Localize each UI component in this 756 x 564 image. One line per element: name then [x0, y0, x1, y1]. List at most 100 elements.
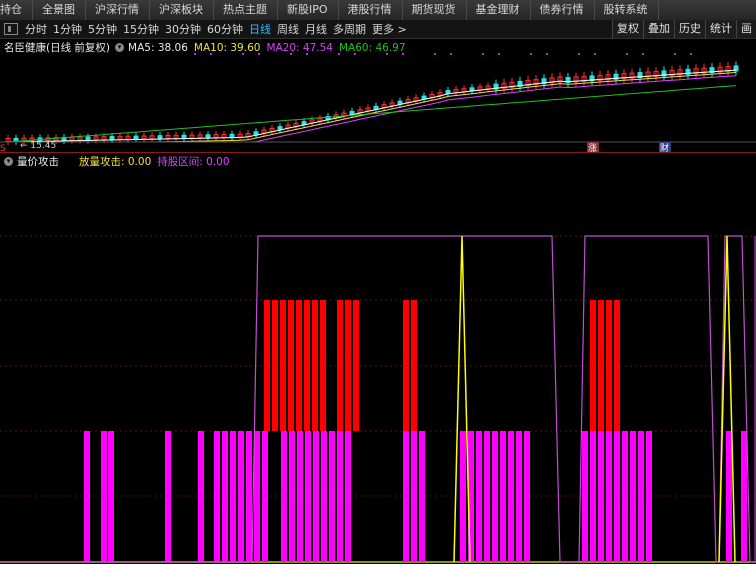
nav-item-5[interactable]: 新股IPO — [278, 0, 339, 20]
nav-item-1[interactable]: 全景图 — [33, 0, 86, 20]
attack-bar — [304, 300, 310, 431]
attack-bar — [345, 300, 351, 431]
candle-body — [157, 135, 163, 140]
volume-bar — [238, 431, 244, 562]
volume-bar — [492, 431, 498, 562]
signal-dot — [450, 53, 452, 55]
volume-bar — [638, 431, 644, 562]
volume-bar — [281, 431, 287, 562]
period-tab-5[interactable]: 60分钟 — [204, 21, 246, 37]
nav-item-10[interactable]: 股转系统 — [595, 0, 659, 20]
candle-body — [205, 134, 211, 139]
signal-dot — [498, 53, 500, 55]
period-tab-8[interactable]: 月线 — [302, 21, 330, 37]
volume-bar — [508, 431, 514, 562]
volume-bar — [313, 431, 319, 562]
candle-body — [181, 134, 187, 139]
period-tab-4[interactable]: 30分钟 — [162, 21, 204, 37]
signal-dot — [690, 53, 692, 55]
attack-bar — [288, 300, 294, 431]
volume-bar — [411, 431, 417, 562]
nav-item-2[interactable]: 沪深行情 — [86, 0, 150, 20]
volume-bar — [726, 431, 732, 562]
signal-dot — [626, 53, 628, 55]
period-tab-9[interactable]: 多周期 — [330, 21, 369, 37]
volume-bar — [582, 431, 588, 562]
right-button-2[interactable]: 历史 — [674, 20, 705, 38]
nav-item-7[interactable]: 期货现货 — [403, 0, 467, 20]
attack-bar — [411, 300, 417, 431]
volume-bar — [598, 431, 604, 562]
attack-bar — [272, 300, 278, 431]
period-tab-3[interactable]: 15分钟 — [120, 21, 162, 37]
period-tab-1[interactable]: 1分钟 — [50, 21, 85, 37]
top-navigation: 持仓 全景图 沪深行情 沪深板块 热点主题 新股IPO 港股行情 期货现货 基金理财 债券行情 股转… — [0, 0, 756, 21]
s-marker: S — [0, 144, 6, 152]
ma5-value: MA5: 38.06 — [128, 41, 188, 54]
period-tab-2[interactable]: 5分钟 — [85, 21, 120, 37]
nav-item-4[interactable]: 热点主题 — [214, 0, 278, 20]
volume-bar — [222, 431, 228, 562]
signal-dot — [546, 53, 548, 55]
nav-item-8[interactable]: 基金理财 — [467, 0, 531, 20]
volume-bar — [289, 431, 295, 562]
attack-bar — [320, 300, 326, 431]
panel-divider — [0, 152, 756, 153]
volume-bar — [214, 431, 220, 562]
volume-bar — [524, 431, 530, 562]
indicator-chart[interactable] — [0, 166, 756, 564]
volume-bar — [108, 431, 114, 562]
nav-item-6[interactable]: 港股行情 — [339, 0, 403, 20]
chevron-down-icon[interactable]: ▾ — [4, 157, 13, 166]
price-chart[interactable]: ← 15.45 S 涨 财 — [0, 38, 756, 152]
candle-body — [445, 90, 451, 94]
signal-dot — [482, 53, 484, 55]
right-button-group: 复权 叠加 历史 统计画 — [612, 20, 756, 38]
stock-info-line: 名臣健康(日线 前复权) ▾ MA5: 38.06 MA10: 39.60 MA… — [4, 40, 412, 55]
candle-body — [109, 136, 115, 141]
candle-body — [85, 136, 91, 141]
volume-bar — [254, 431, 260, 562]
period-tab-10[interactable]: 更多 > — [369, 21, 410, 37]
volume-bar — [345, 431, 351, 562]
attack-bar — [296, 300, 302, 431]
right-button-4[interactable]: 画 — [736, 20, 756, 38]
right-button-0[interactable]: 复权 — [612, 20, 643, 38]
right-button-1[interactable]: 叠加 — [643, 20, 674, 38]
nav-item-9[interactable]: 债券行情 — [531, 0, 595, 20]
volume-bar — [165, 431, 171, 562]
signal-dot — [530, 53, 532, 55]
volume-bar — [646, 431, 652, 562]
attack-bar — [606, 300, 612, 431]
candle-body — [229, 133, 235, 138]
candle-body — [253, 131, 259, 136]
nav-item-0[interactable]: 持仓 — [0, 0, 33, 20]
volume-bar — [590, 431, 596, 562]
attack-bar — [403, 300, 409, 431]
volume-bar — [630, 431, 636, 562]
ma60-value: MA60: 46.97 — [338, 41, 406, 54]
volume-bar — [622, 431, 628, 562]
volume-bar — [329, 431, 335, 562]
volume-bar — [500, 431, 506, 562]
volume-bar — [246, 431, 252, 562]
volume-bar — [606, 431, 612, 562]
period-tab-7[interactable]: 周线 — [274, 21, 302, 37]
attack-bar — [264, 300, 270, 431]
panel-toggle-icon[interactable] — [4, 23, 18, 35]
period-tab-6[interactable]: 日线 — [246, 21, 274, 37]
volume-bar — [84, 431, 90, 562]
attack-bar — [590, 300, 596, 431]
signal-dot — [594, 53, 596, 55]
nav-item-3[interactable]: 沪深板块 — [150, 0, 214, 20]
ma10-value: MA10: 39.60 — [193, 41, 261, 54]
right-button-3[interactable]: 统计 — [705, 20, 736, 38]
volume-bar — [321, 431, 327, 562]
candle-body — [277, 126, 283, 131]
period-tab-0[interactable]: 分时 — [22, 21, 50, 37]
chevron-down-icon[interactable]: ▾ — [115, 43, 125, 52]
attack-bar — [312, 300, 318, 431]
signal-dot — [434, 53, 436, 55]
ma20-value: MA20: 47.54 — [266, 41, 333, 54]
period-list: 分时 1分钟 5分钟 15分钟 30分钟 60分钟 日线 周线 月线 多周期 更多 > — [22, 21, 410, 37]
